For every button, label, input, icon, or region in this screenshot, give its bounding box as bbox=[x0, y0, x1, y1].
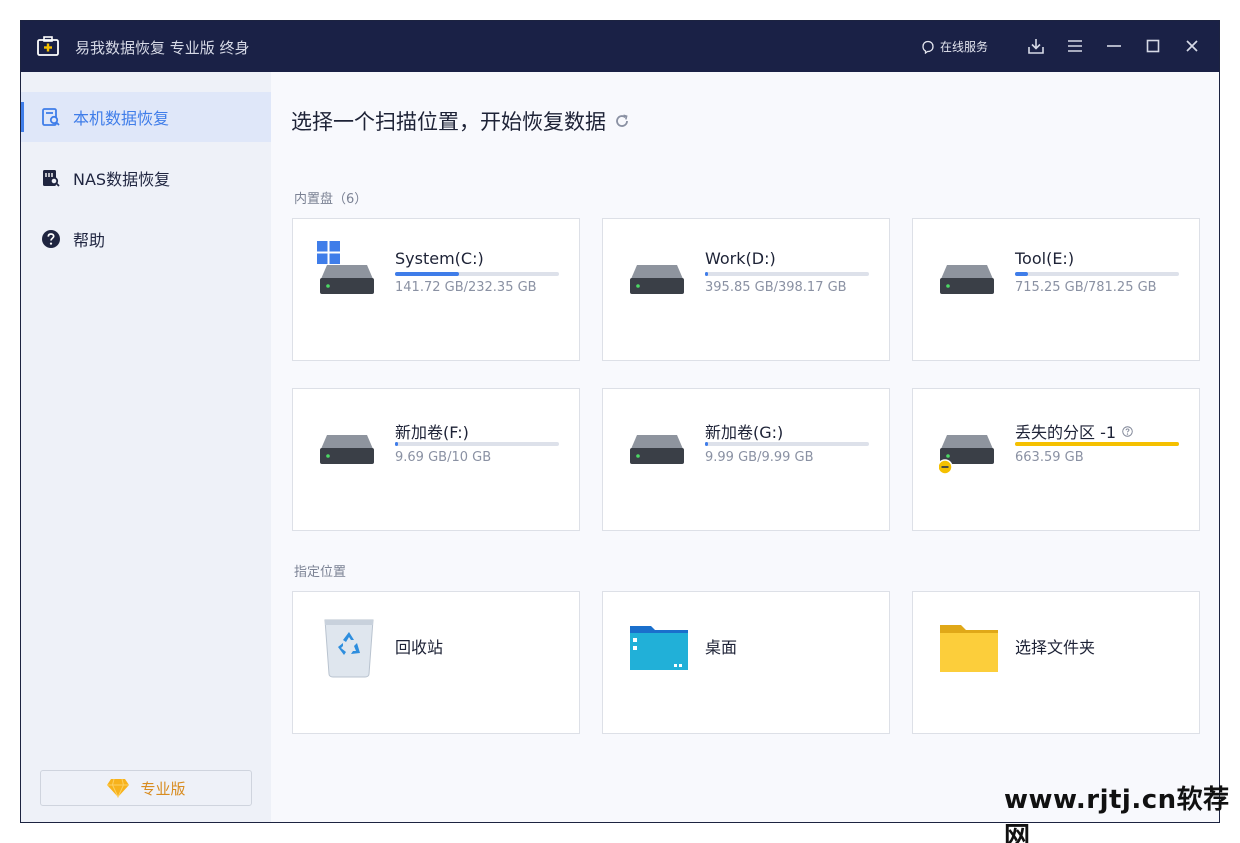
drive-name: Work(D:) bbox=[705, 249, 776, 268]
location-name: 回收站 bbox=[395, 638, 444, 657]
sidebar-item-local-recovery[interactable]: 本机数据恢复 bbox=[21, 92, 271, 142]
download-icon bbox=[1028, 39, 1044, 54]
first-aid-kit-icon bbox=[37, 36, 59, 56]
desktop-folder-icon bbox=[630, 626, 688, 670]
sidebar-item-nas-recovery[interactable]: NAS数据恢复 bbox=[21, 153, 271, 203]
hard-drive-icon bbox=[940, 265, 994, 294]
location-card-desktop[interactable]: 桌面 bbox=[602, 591, 890, 734]
recycle-bin-icon bbox=[324, 619, 374, 678]
page-title: 选择一个扫描位置，开始恢复数据 bbox=[291, 106, 630, 136]
location-card-recycle-bin[interactable]: 回收站 bbox=[292, 591, 580, 734]
menu-button[interactable] bbox=[1064, 35, 1086, 57]
location-name: 选择文件夹 bbox=[1015, 638, 1096, 657]
hard-drive-icon bbox=[320, 435, 374, 464]
hamburger-icon bbox=[1068, 40, 1082, 52]
sidebar-item-label: 本机数据恢复 bbox=[73, 109, 170, 128]
specified-location-label: 指定位置 bbox=[294, 565, 347, 580]
local-disk-search-icon bbox=[42, 108, 60, 126]
hard-drive-icon bbox=[630, 435, 684, 464]
folder-icon bbox=[940, 625, 998, 672]
drive-card-e[interactable]: Tool(E:) 715.25 GB/781.25 GB bbox=[912, 218, 1200, 361]
refresh-icon[interactable] bbox=[614, 113, 630, 129]
drive-name: 丢失的分区 -1 bbox=[1015, 419, 1133, 443]
drive-name: 新加卷(G:) bbox=[705, 423, 784, 442]
hard-drive-icon bbox=[630, 265, 684, 294]
minimize-icon bbox=[1107, 45, 1121, 47]
drive-size: 663.59 GB bbox=[1015, 450, 1084, 465]
close-icon bbox=[1186, 40, 1198, 52]
usage-bar-fill bbox=[705, 272, 709, 276]
online-service-button[interactable]: 在线服务 bbox=[921, 38, 988, 55]
drive-name: 新加卷(F:) bbox=[395, 423, 469, 442]
internal-disks-label: 内置盘（6） bbox=[294, 192, 368, 207]
pro-edition-button[interactable]: 专业版 bbox=[40, 770, 252, 806]
drive-size: 715.25 GB/781.25 GB bbox=[1015, 280, 1157, 295]
sidebar-item-label: 帮助 bbox=[73, 231, 106, 250]
drive-name: Tool(E:) bbox=[1015, 249, 1075, 268]
usage-bar-fill bbox=[1015, 272, 1029, 276]
diamond-icon bbox=[107, 778, 130, 798]
app-title: 易我数据恢复 专业版 终身 bbox=[75, 39, 250, 57]
usage-bar bbox=[1015, 272, 1179, 276]
drive-card-g[interactable]: 新加卷(G:) 9.99 GB/9.99 GB bbox=[602, 388, 890, 531]
online-service-label: 在线服务 bbox=[940, 40, 989, 54]
help-icon bbox=[42, 230, 60, 248]
sidebar-item-help[interactable]: 帮助 bbox=[21, 214, 271, 264]
drive-size: 395.85 GB/398.17 GB bbox=[705, 280, 847, 295]
drive-name-text: 丢失的分区 -1 bbox=[1015, 423, 1117, 442]
chat-bubble-icon bbox=[922, 40, 934, 54]
main-panel: 选择一个扫描位置，开始恢复数据 内置盘（6） System(C:) 141.72… bbox=[271, 72, 1219, 822]
usage-bar bbox=[1015, 442, 1179, 446]
sidebar-item-label: NAS数据恢复 bbox=[73, 170, 171, 189]
drive-card-f[interactable]: 新加卷(F:) 9.69 GB/10 GB bbox=[292, 388, 580, 531]
drive-size: 9.99 GB/9.99 GB bbox=[705, 450, 814, 465]
usage-bar-fill bbox=[395, 442, 399, 446]
nas-search-icon bbox=[43, 170, 60, 187]
watermark: www.rjtj.cn软荐网 bbox=[1004, 785, 1230, 843]
close-button[interactable] bbox=[1181, 35, 1203, 57]
usage-bar bbox=[395, 442, 559, 446]
maximize-button[interactable] bbox=[1142, 35, 1164, 57]
drive-card-c[interactable]: System(C:) 141.72 GB/232.35 GB bbox=[292, 218, 580, 361]
pro-edition-label: 专业版 bbox=[140, 779, 186, 798]
usage-bar bbox=[395, 272, 559, 276]
sidebar: 本机数据恢复 NAS数据恢复 帮助 专业版 bbox=[21, 72, 271, 822]
usage-bar-fill bbox=[1015, 442, 1179, 446]
maximize-icon bbox=[1146, 39, 1160, 53]
minimize-button[interactable] bbox=[1103, 35, 1125, 57]
drive-size: 141.72 GB/232.35 GB bbox=[395, 280, 537, 295]
location-name: 桌面 bbox=[705, 638, 738, 657]
drive-name: System(C:) bbox=[395, 249, 484, 268]
location-card-select-folder[interactable]: 选择文件夹 bbox=[912, 591, 1200, 734]
usage-bar bbox=[705, 442, 869, 446]
app-window: 易我数据恢复 专业版 终身 在线服务 本机数据恢复 NAS数据恢复 帮助 专业版… bbox=[20, 20, 1220, 823]
drive-size: 9.69 GB/10 GB bbox=[395, 450, 492, 465]
title-bar: 易我数据恢复 专业版 终身 在线服务 bbox=[21, 21, 1219, 72]
page-title-text: 选择一个扫描位置，开始恢复数据 bbox=[291, 110, 606, 134]
usage-bar bbox=[705, 272, 869, 276]
usage-bar-fill bbox=[705, 442, 709, 446]
download-button[interactable] bbox=[1025, 35, 1047, 57]
lost-partition-drive-icon bbox=[939, 435, 994, 475]
question-circle-icon[interactable] bbox=[1122, 425, 1133, 437]
usage-bar-fill bbox=[395, 272, 459, 276]
windows-logo-icon bbox=[317, 241, 340, 264]
drive-card-d[interactable]: Work(D:) 395.85 GB/398.17 GB bbox=[602, 218, 890, 361]
hard-drive-icon bbox=[320, 265, 374, 294]
drive-card-lost-partition[interactable]: 丢失的分区 -1 663.59 GB bbox=[912, 388, 1200, 531]
